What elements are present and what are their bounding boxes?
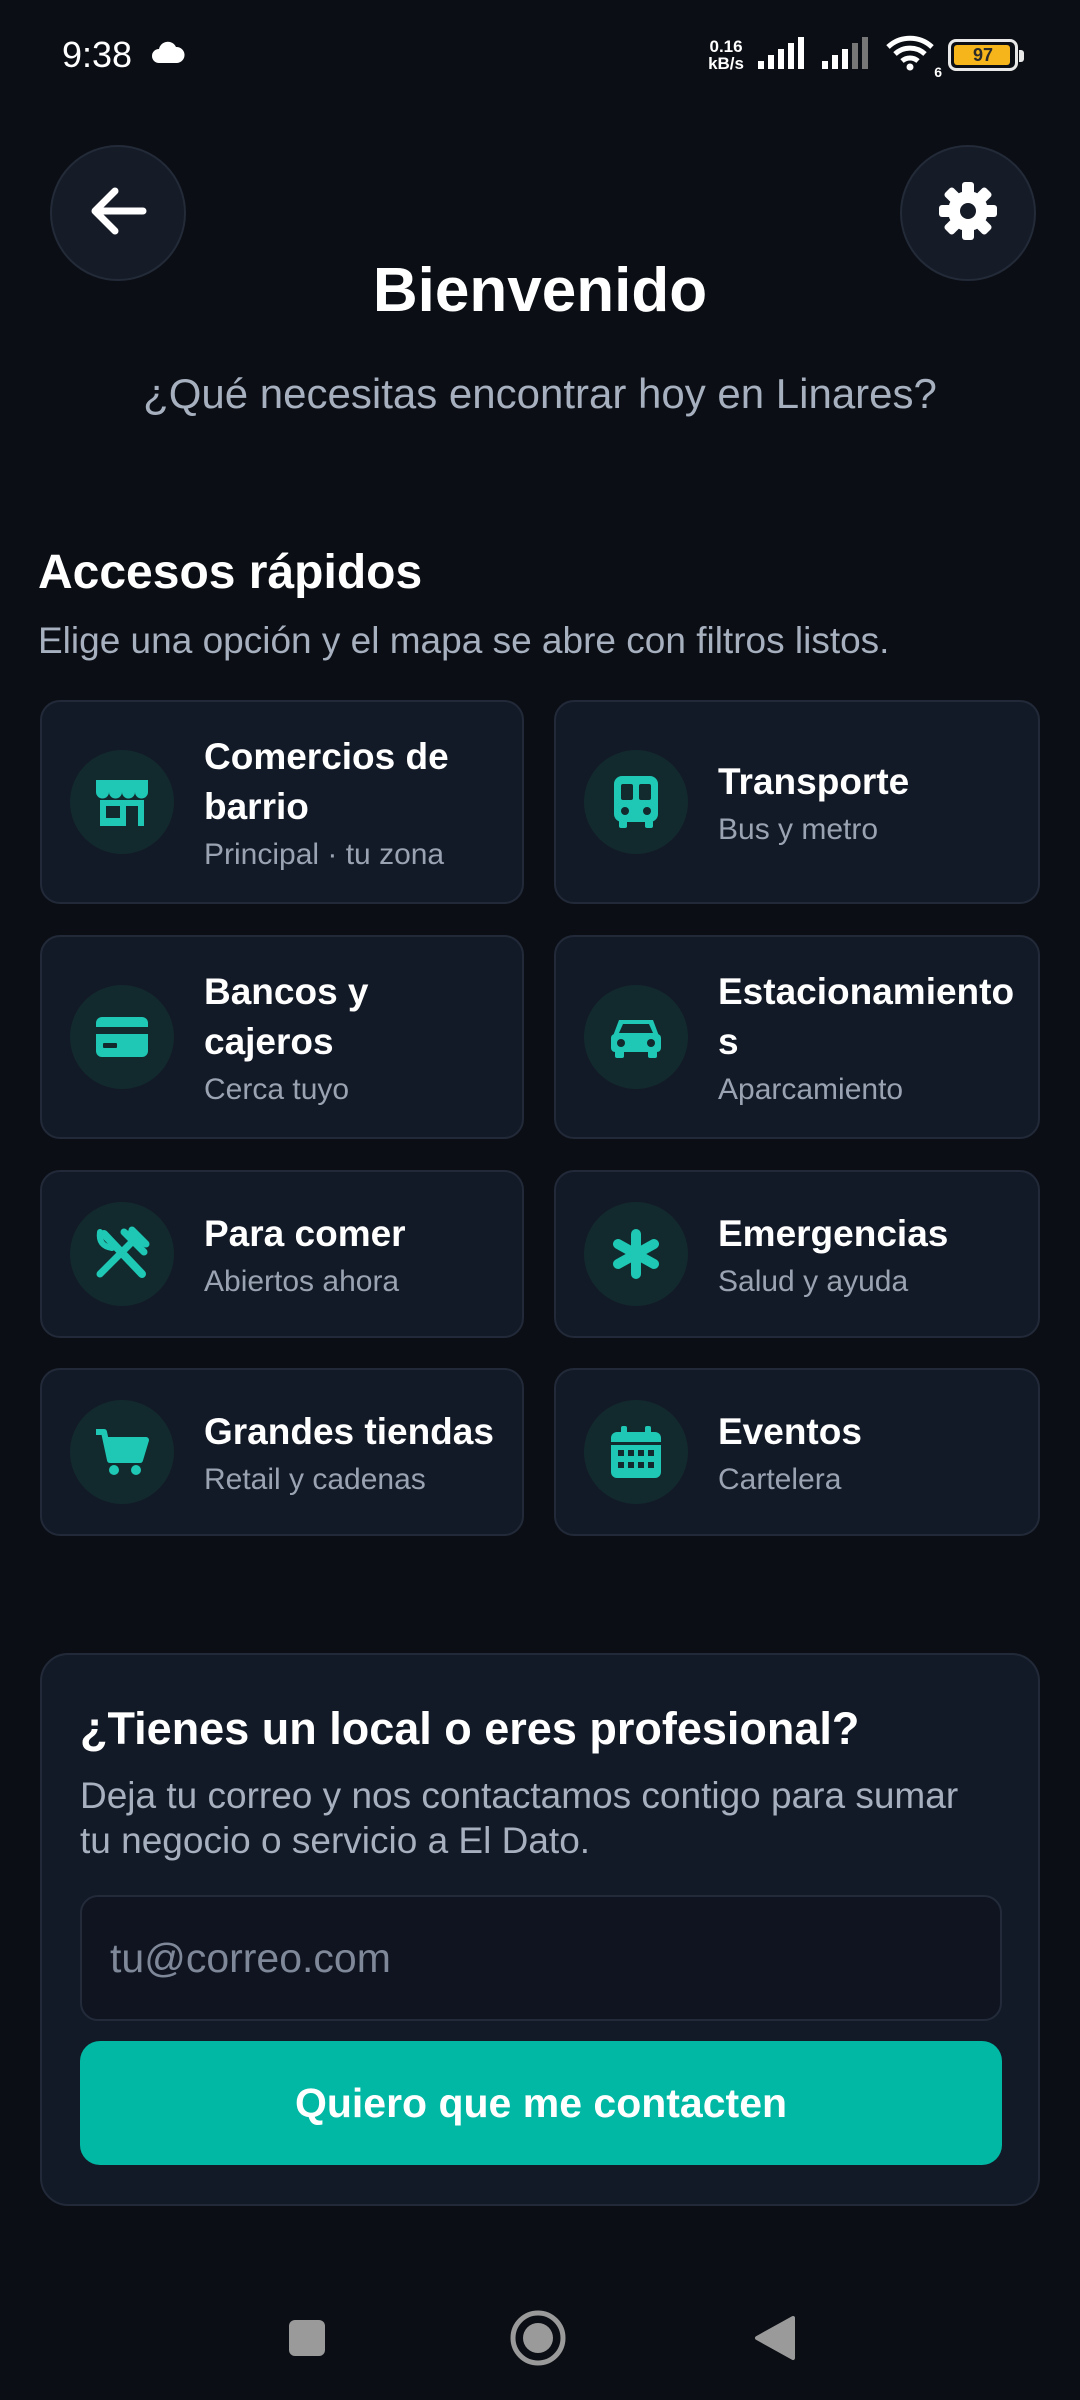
home-button[interactable] <box>508 2310 568 2370</box>
card-subtitle: Aparcamiento <box>718 1073 904 1106</box>
wifi-badge: 6 <box>934 63 942 80</box>
card-text: Eventos Cartelera <box>718 1407 882 1497</box>
card-eventos[interactable]: Eventos Cartelera <box>554 1368 1040 1536</box>
card-text: Grandes tiendas Retail y cadenas <box>204 1407 514 1497</box>
net-speed-unit: kB/s <box>708 54 744 73</box>
store-icon <box>70 750 174 854</box>
card-subtitle: Cerca tuyo <box>204 1073 350 1106</box>
status-bar: 9:38 0.16 kB/s 6 97 <box>0 0 1080 110</box>
status-right: 0.16 kB/s 6 97 <box>708 35 1024 80</box>
home-screen: 9:38 0.16 kB/s 6 97 Bienvenido ¿Qué nece… <box>0 0 1080 2400</box>
card-text: Emergencias Salud y ayuda <box>718 1209 968 1299</box>
contact-panel: ¿Tienes un local o eres profesional? Dej… <box>40 1653 1040 2206</box>
card-title: Transporte <box>718 761 910 802</box>
battery-icon: 97 <box>948 39 1024 71</box>
card-text: Comercios de barrio Principal · tu zona <box>204 732 522 872</box>
card-title: Emergencias <box>718 1213 949 1254</box>
cloud-icon <box>150 41 186 70</box>
card-grandes-tiendas[interactable]: Grandes tiendas Retail y cadenas <box>40 1368 524 1536</box>
recent-apps-button[interactable] <box>277 2310 337 2370</box>
card-bancos[interactable]: Bancos y cajeros Cerca tuyo <box>40 935 524 1139</box>
card-subtitle: Principal · tu zona <box>204 838 445 871</box>
page-subtitle: ¿Qué necesitas encontrar hoy en Linares? <box>143 370 937 417</box>
net-speed: 0.16 kB/s <box>708 38 744 72</box>
card-title: Para comer <box>204 1213 406 1254</box>
contact-me-button[interactable]: Quiero que me contacten <box>80 2041 1002 2165</box>
card-title: Eventos <box>718 1411 862 1452</box>
wifi-icon: 6 <box>886 35 942 80</box>
home-circle-icon <box>509 2309 567 2372</box>
card-title: Comercios de barrio <box>204 736 449 827</box>
asterisk-icon <box>584 1202 688 1306</box>
contact-description: Deja tu correo y nos contactamos contigo… <box>80 1775 959 1861</box>
utensils-icon <box>70 1202 174 1306</box>
card-text: Para comer Abiertos ahora <box>204 1209 426 1299</box>
status-time: 9:38 <box>62 34 133 75</box>
card-text: Bancos y cajeros Cerca tuyo <box>204 967 522 1107</box>
quick-access-title: Accesos rápidos <box>38 546 423 599</box>
signal-icon <box>758 36 808 74</box>
square-icon <box>287 2318 327 2363</box>
system-nav-bar <box>0 2280 1080 2390</box>
arrow-left-icon <box>89 186 147 241</box>
card-title: Grandes tiendas <box>204 1411 494 1452</box>
back-nav-button[interactable] <box>745 2310 805 2370</box>
card-para-comer[interactable]: Para comer Abiertos ahora <box>40 1170 524 1338</box>
gear-icon <box>937 180 999 247</box>
card-text: Estacionamientos Aparcamiento <box>718 967 1038 1107</box>
signal-icon-secondary <box>822 36 872 74</box>
card-emergencias[interactable]: Emergencias Salud y ayuda <box>554 1170 1040 1338</box>
card-subtitle: Retail y cadenas <box>204 1463 426 1496</box>
battery-level: 97 <box>972 44 994 65</box>
cart-icon <box>70 1400 174 1504</box>
battery-tip <box>1019 50 1024 62</box>
quick-access-subtitle: Elige una opción y el mapa se abre con f… <box>38 620 890 661</box>
page-title: Bienvenido <box>372 256 708 325</box>
status-left: 9:38 <box>62 34 186 76</box>
calendar-icon <box>584 1400 688 1504</box>
email-field[interactable] <box>80 1895 1002 2021</box>
card-subtitle: Salud y ayuda <box>718 1265 909 1298</box>
credit-card-icon <box>70 985 174 1089</box>
contact-title: ¿Tienes un local o eres profesional? <box>80 1703 860 1754</box>
card-subtitle: Abiertos ahora <box>204 1265 400 1298</box>
bus-icon <box>584 750 688 854</box>
card-comercios[interactable]: Comercios de barrio Principal · tu zona <box>40 700 524 904</box>
card-transporte[interactable]: Transporte Bus y metro <box>554 700 1040 904</box>
car-icon <box>584 985 688 1089</box>
net-speed-value: 0.16 <box>709 37 743 56</box>
card-title: Bancos y cajeros <box>204 971 369 1062</box>
card-text: Transporte Bus y metro <box>718 757 929 847</box>
card-subtitle: Cartelera <box>718 1463 842 1496</box>
card-title: Estacionamientos <box>718 971 1015 1062</box>
card-estacionamientos[interactable]: Estacionamientos Aparcamiento <box>554 935 1040 1139</box>
card-subtitle: Bus y metro <box>718 813 879 846</box>
triangle-back-icon <box>753 2314 797 2367</box>
